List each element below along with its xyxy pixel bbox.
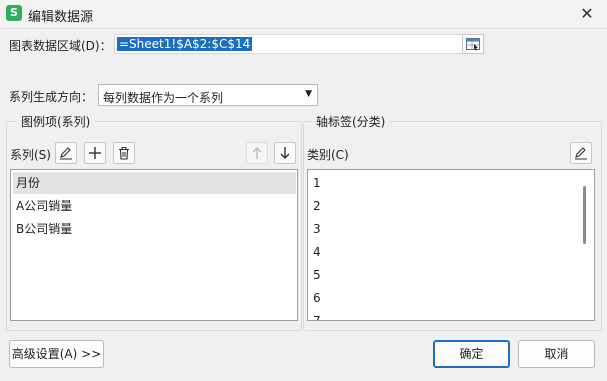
dialog-title: 编辑数据源 <box>28 10 94 25</box>
plus-icon <box>89 147 101 159</box>
list-item[interactable]: 6 <box>310 287 321 309</box>
wps-spreadsheet-icon: S <box>6 5 22 21</box>
arrow-down-icon <box>280 147 290 159</box>
list-item[interactable]: 3 <box>310 218 321 240</box>
move-up-button[interactable] <box>246 142 268 164</box>
data-range-label: 图表数据区域(D)： <box>9 39 112 53</box>
list-item[interactable]: 2 <box>310 195 321 217</box>
series-direction-select[interactable]: 每列数据作为一个系列 ▼ <box>98 84 318 106</box>
category-listbox[interactable]: 1 2 3 4 5 6 7 <box>307 169 595 321</box>
range-picker-button[interactable] <box>462 34 484 54</box>
title-bar: S 编辑数据源 ✕ <box>0 0 607 29</box>
list-item[interactable]: A公司销量 <box>13 195 296 217</box>
category-label: 类别(C) <box>307 148 349 162</box>
edit-category-button[interactable] <box>570 142 592 164</box>
pencil-icon <box>575 147 587 160</box>
cancel-button[interactable]: 取消 <box>518 340 595 368</box>
list-item[interactable]: 1 <box>310 172 321 194</box>
edit-series-button[interactable] <box>55 142 77 164</box>
close-icon[interactable]: ✕ <box>577 4 597 24</box>
add-series-button[interactable] <box>84 142 106 164</box>
list-item[interactable]: 7 <box>310 310 321 320</box>
scrollbar-thumb[interactable] <box>583 186 586 244</box>
series-direction-value: 每列数据作为一个系列 <box>103 91 224 105</box>
range-picker-icon <box>466 38 480 51</box>
series-direction-label: 系列生成方向： <box>9 90 94 104</box>
list-item[interactable]: 月份 <box>13 172 296 194</box>
advanced-settings-button[interactable]: 高级设置(A) >> <box>9 340 104 368</box>
pencil-icon <box>60 147 72 160</box>
delete-series-button[interactable] <box>113 142 135 164</box>
chevron-down-icon: ▼ <box>305 89 312 99</box>
list-item[interactable]: 4 <box>310 241 321 263</box>
series-listbox[interactable]: 月份 A公司销量 B公司销量 <box>10 169 298 321</box>
move-down-button[interactable] <box>274 142 296 164</box>
ok-button[interactable]: 确定 <box>433 340 510 368</box>
list-item[interactable]: 5 <box>310 264 321 286</box>
list-item[interactable]: B公司销量 <box>13 218 296 240</box>
axis-group-title: 轴标签(分类) <box>312 113 390 130</box>
trash-icon <box>119 147 129 160</box>
data-range-value: =Sheet1!$A$2:$C$14 <box>117 37 253 51</box>
series-label: 系列(S) <box>10 148 51 162</box>
arrow-up-icon <box>252 147 262 159</box>
data-range-input[interactable]: =Sheet1!$A$2:$C$14 <box>114 34 464 54</box>
legend-group-title: 图例项(系列) <box>17 113 95 130</box>
